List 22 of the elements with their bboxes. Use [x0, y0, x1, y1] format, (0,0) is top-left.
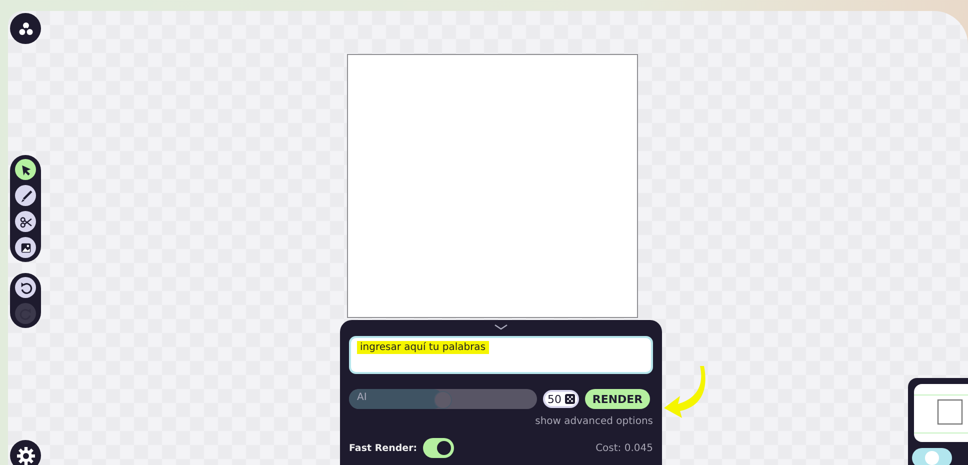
prompt-field[interactable]: ingresar aquí tu palabras	[349, 336, 653, 374]
image-icon	[18, 240, 32, 254]
render-button[interactable]: RENDER	[585, 389, 650, 409]
steps-field[interactable]: 50	[543, 390, 579, 408]
preview-thumbnail[interactable]	[914, 384, 968, 442]
undo-button[interactable]	[15, 277, 36, 298]
brush-icon	[18, 188, 32, 202]
preview-toggle[interactable]	[912, 448, 952, 465]
cost-text: Cost: 0.045	[596, 442, 653, 454]
brush-tool-button[interactable]	[15, 185, 36, 206]
redo-icon	[18, 306, 32, 320]
image-tool-button[interactable]	[15, 237, 36, 258]
fast-render-label: Fast Render:	[349, 442, 418, 454]
slider-label: AI	[357, 392, 367, 403]
undo-icon	[18, 280, 32, 294]
dice-icon[interactable]	[564, 394, 574, 404]
scissors-tool-button[interactable]	[15, 211, 36, 232]
scissors-icon	[18, 214, 32, 228]
advanced-options-link[interactable]: show advanced options	[535, 416, 653, 427]
fast-render-toggle[interactable]	[423, 438, 454, 458]
chevron-icon[interactable]	[494, 324, 508, 330]
select-tool-button[interactable]	[15, 159, 36, 180]
